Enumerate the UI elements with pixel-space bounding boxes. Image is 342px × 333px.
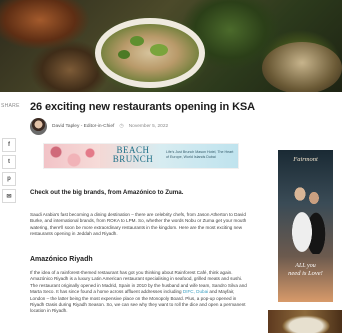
- banner-ad-decoration: [44, 144, 100, 168]
- banner-ad-headline-line: BRUNCH: [112, 154, 154, 164]
- article-paragraph: If the idea of a rainforest-themed resta…: [30, 270, 248, 315]
- side-ad[interactable]: Fairmont ALL you need is Love!: [278, 150, 333, 302]
- banner-ad-subtext: Life's Just Brunch Mason Hotel, The Hear…: [166, 150, 234, 159]
- section-heading: Amazónico Riyadh: [30, 256, 93, 263]
- banner-ad-headline: BEACH BRUNCH: [106, 146, 160, 164]
- email-share-button[interactable]: ✉: [2, 189, 16, 203]
- side-ad-text: ALL you need is Love!: [281, 262, 330, 278]
- side-ad-line: ALL you: [295, 263, 316, 269]
- publish-date: November 5, 2022: [128, 123, 169, 129]
- twitter-share-button[interactable]: t: [2, 155, 16, 169]
- author-name-text: David Tapley: [52, 123, 80, 129]
- article-lead: Check out the big brands, from Amazónico…: [30, 189, 184, 196]
- author-name[interactable]: David Tapley - Editor-in-Chief: [52, 124, 114, 129]
- author-avatar[interactable]: [30, 117, 47, 135]
- share-label: SHARE: [1, 103, 20, 109]
- banner-ad[interactable]: BEACH BRUNCH Life's Just Brunch Mason Ho…: [43, 143, 239, 169]
- author-row: David Tapley - Editor-in-Chief ◷ Novembe…: [30, 117, 168, 135]
- difc-link[interactable]: DIFC, Dubai: [183, 289, 208, 294]
- hero-bowl: [262, 42, 342, 92]
- facebook-share-button[interactable]: f: [2, 138, 16, 152]
- author-role: Editor-in-Chief: [83, 123, 115, 129]
- side-ad-line: need is Love!: [288, 270, 323, 277]
- article-meta: David Tapley - Editor-in-Chief ◷ Novembe…: [52, 123, 168, 129]
- hero-image: [0, 0, 342, 92]
- hero-garnish: [118, 50, 130, 59]
- article-title: 26 exciting new restaurants opening in K…: [30, 101, 256, 113]
- hero-plate: [95, 18, 205, 88]
- pinterest-icon: p: [7, 176, 11, 182]
- email-icon: ✉: [6, 193, 12, 200]
- hero-garnish: [150, 44, 168, 56]
- facebook-icon: f: [8, 142, 10, 148]
- article-paragraph: Saudi Arabia's fast becoming a dining de…: [30, 212, 247, 237]
- side-ad-photo: [284, 180, 328, 254]
- pinterest-share-button[interactable]: p: [2, 172, 16, 186]
- hero-garnish: [130, 36, 144, 46]
- side-ad-brand: Fairmont: [293, 156, 318, 163]
- clock-icon: ◷: [119, 123, 124, 129]
- related-article-thumbnail[interactable]: [268, 310, 342, 333]
- twitter-icon: t: [8, 159, 10, 165]
